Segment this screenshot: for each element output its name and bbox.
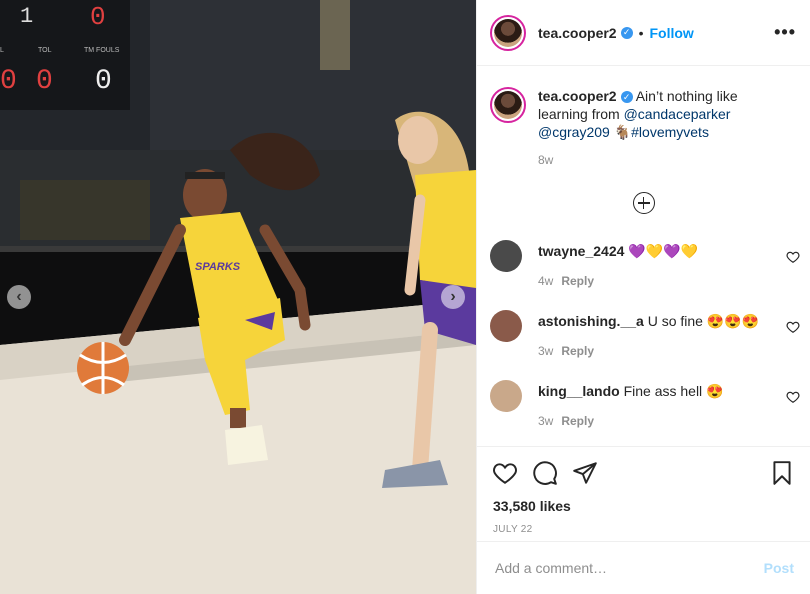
comment-time[interactable]: 4w [538, 274, 553, 288]
author-avatar[interactable] [490, 14, 526, 51]
more-options-icon[interactable]: ••• [774, 22, 796, 43]
comment-item: astonishing.__a U so fine 😍😍😍 3w Reply [477, 310, 810, 380]
caption-avatar[interactable] [490, 87, 526, 123]
comment-item: king__lando Fine ass hell 😍 3w Reply [477, 380, 810, 446]
reply-button[interactable]: Reply [561, 274, 594, 288]
post-panel: tea.cooper2 ✓ • Follow ••• tea.cooper2 ✓ … [476, 0, 810, 594]
goat-emoji: 🐐 [613, 124, 632, 140]
share-paper-plane-icon[interactable] [572, 460, 598, 486]
previous-photo-button[interactable]: ‹ [7, 285, 31, 309]
like-comment-heart-icon[interactable] [786, 390, 800, 404]
likes-count[interactable]: 33,580 likes [477, 487, 810, 514]
commenter-username[interactable]: twayne_2424 [538, 243, 624, 259]
commenter-username[interactable]: king__lando [538, 383, 620, 399]
author-username[interactable]: tea.cooper2 [538, 25, 617, 41]
scoreboard-label-3: TM FOULS [84, 47, 120, 54]
mention-link-cgray209[interactable]: @cgray209 [538, 124, 610, 140]
post-date[interactable]: JULY 22 [477, 514, 810, 535]
post-actions: 33,580 likes JULY 22 [477, 446, 810, 540]
like-heart-icon[interactable] [492, 460, 518, 486]
post-caption: tea.cooper2 ✓ Ain’t nothing like learning… [477, 67, 810, 169]
save-bookmark-icon[interactable] [769, 460, 795, 486]
next-photo-button[interactable]: › [441, 285, 465, 309]
scoreboard-value-3: 0 [95, 66, 112, 97]
comment-text: U so fine 😍😍😍 [647, 313, 760, 329]
verified-badge-icon: ✓ [620, 26, 633, 39]
caption-verified-badge-icon: ✓ [620, 91, 633, 104]
commenter-username[interactable]: astonishing.__a [538, 313, 644, 329]
post-comment-button[interactable]: Post [764, 560, 794, 576]
reply-button[interactable]: Reply [561, 414, 594, 428]
hashtag-link[interactable]: #lovemyvets [631, 124, 709, 140]
follow-button[interactable]: Follow [650, 25, 694, 41]
commenter-avatar[interactable] [490, 310, 522, 342]
comment-time[interactable]: 3w [538, 414, 553, 428]
caption-text: tea.cooper2 ✓ Ain’t nothing like learning… [538, 87, 768, 169]
comment-item: twayne_2424 💜💛💜💛 4w Reply [477, 240, 810, 310]
separator-dot: • [638, 24, 644, 41]
comments-section[interactable]: tea.cooper2 ✓ Ain’t nothing like learning… [477, 67, 810, 446]
commenter-avatar[interactable] [490, 240, 522, 272]
load-more-comments-icon[interactable] [632, 192, 655, 214]
comment-text: Fine ass hell 😍 [623, 383, 724, 399]
scoreboard-value-1: 0 [0, 66, 17, 97]
comment-input[interactable] [493, 559, 764, 577]
caption-username[interactable]: tea.cooper2 [538, 88, 617, 104]
scoreboard-label-2: TOL [38, 47, 52, 54]
post-media[interactable]: 1 0 L TOL TM FOULS 0 0 0 SPARKS ‹ › [0, 0, 476, 594]
like-comment-heart-icon[interactable] [786, 320, 800, 334]
caption-time[interactable]: 8w [538, 151, 768, 169]
reply-button[interactable]: Reply [561, 344, 594, 358]
post-header: tea.cooper2 ✓ • Follow ••• [477, 0, 810, 66]
jersey-text: SPARKS [195, 261, 241, 273]
add-comment-bar: Post [477, 541, 810, 594]
scoreboard-value-2: 0 [36, 66, 53, 97]
scoreboard-top-left: 1 [20, 4, 33, 29]
scoreboard-label-1: L [0, 47, 4, 54]
instagram-post: 1 0 L TOL TM FOULS 0 0 0 SPARKS ‹ › tea.… [0, 0, 810, 594]
comment-bubble-icon[interactable] [532, 460, 558, 486]
comment-time[interactable]: 3w [538, 344, 553, 358]
scoreboard-top-right: 0 [90, 2, 106, 32]
comment-text: 💜💛💜💛 [628, 243, 699, 259]
like-comment-heart-icon[interactable] [786, 250, 800, 264]
post-photo: 1 0 L TOL TM FOULS 0 0 0 SPARKS [0, 0, 476, 594]
mention-link-candaceparker[interactable]: @candaceparker [624, 106, 731, 122]
commenter-avatar[interactable] [490, 380, 522, 412]
